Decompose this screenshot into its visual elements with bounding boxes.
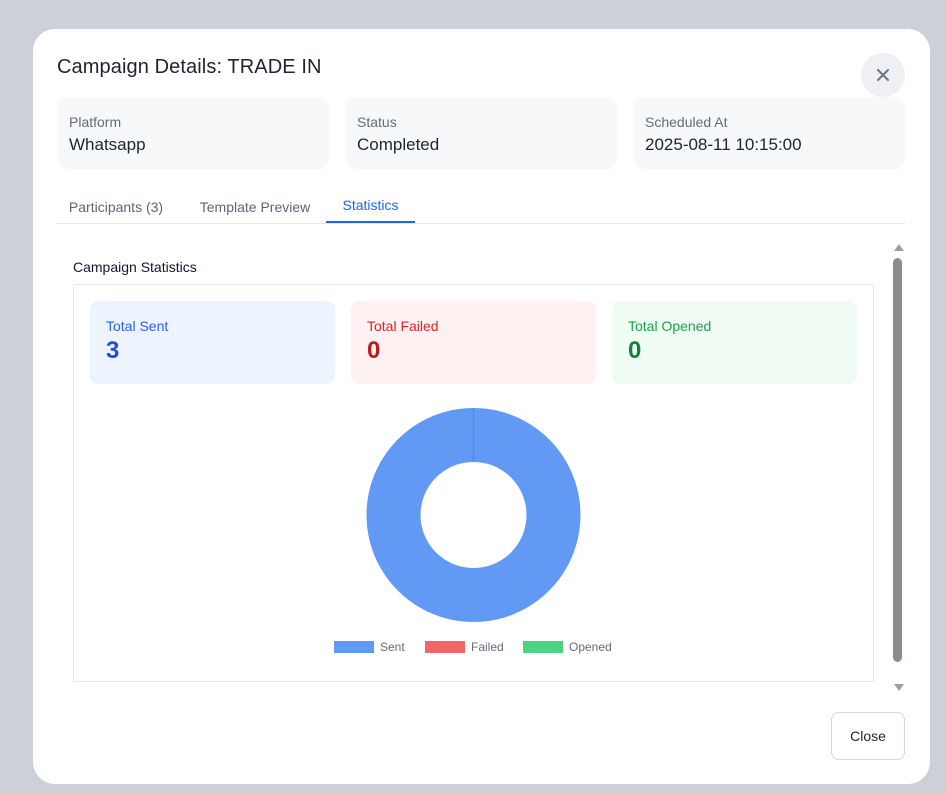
info-card-scheduled: Scheduled At 2025-08-11 10:15:00	[633, 97, 905, 169]
info-value: 2025-08-11 10:15:00	[645, 135, 802, 154]
close-button[interactable]: Close	[831, 712, 905, 760]
doughnut-chart: Sent Failed Opened	[334, 408, 612, 654]
legend-label-failed[interactable]: Failed	[471, 640, 504, 654]
scrollbar-thumb[interactable]	[893, 258, 902, 662]
close-icon-button[interactable]	[861, 53, 905, 97]
scrollbar[interactable]	[891, 240, 905, 696]
statistics-panel: Campaign Statistics Total Sent 3 Total F…	[57, 239, 905, 694]
campaign-details-modal: Campaign Details: TRADE IN Platform What…	[33, 29, 930, 784]
info-label: Scheduled At	[645, 114, 728, 130]
scroll-up-arrow-icon[interactable]	[894, 244, 904, 251]
info-card-platform: Platform Whatsapp	[57, 97, 329, 169]
statistics-box: Total Sent 3 Total Failed 0 Total Opened…	[73, 284, 874, 682]
stat-card-total-failed: Total Failed 0	[351, 301, 596, 384]
tab-participants[interactable]: Participants (3)	[57, 189, 175, 224]
scroll-down-arrow-icon[interactable]	[894, 684, 904, 691]
stat-card-total-opened: Total Opened 0	[612, 301, 857, 384]
info-label: Status	[357, 114, 397, 130]
legend-swatch-opened[interactable]	[523, 641, 563, 653]
legend-swatch-failed[interactable]	[425, 641, 465, 653]
info-card-status: Status Completed	[345, 97, 617, 169]
stat-label: Total Failed	[367, 318, 439, 334]
tab-statistics[interactable]: Statistics	[326, 189, 415, 223]
stat-label: Total Sent	[106, 318, 169, 334]
info-value: Completed	[357, 135, 440, 154]
section-title: Campaign Statistics	[73, 259, 197, 275]
info-label: Platform	[69, 114, 122, 130]
close-icon	[877, 69, 889, 81]
stat-value: 3	[106, 337, 120, 364]
legend-label-opened[interactable]: Opened	[569, 640, 612, 654]
legend-swatch-sent[interactable]	[334, 641, 374, 653]
info-value: Whatsapp	[69, 135, 146, 154]
tab-bar: Participants (3) Template Preview Statis…	[57, 189, 905, 224]
tab-template-preview[interactable]: Template Preview	[187, 189, 323, 224]
stat-value: 0	[367, 337, 381, 364]
legend-label-sent[interactable]: Sent	[380, 640, 405, 654]
modal-title: Campaign Details: TRADE IN	[57, 56, 322, 78]
stat-card-total-sent: Total Sent 3	[90, 301, 335, 384]
stat-label: Total Opened	[628, 318, 712, 334]
stat-value: 0	[628, 337, 642, 364]
